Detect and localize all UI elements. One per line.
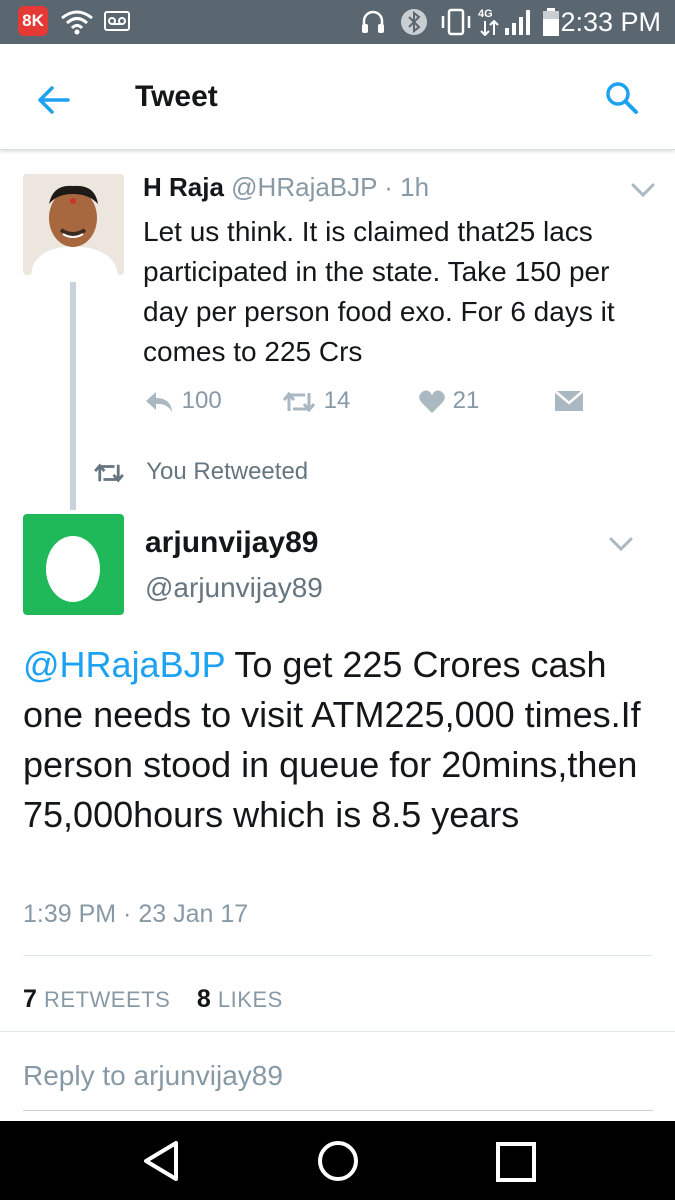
system-navigation-bar bbox=[0, 1121, 675, 1200]
app-header: Tweet bbox=[0, 44, 675, 150]
app-notification-badge: 8K bbox=[18, 6, 48, 36]
likes-stat[interactable]: 8 LIKES bbox=[196, 985, 283, 1013]
retweet-count: 14 bbox=[323, 387, 351, 414]
retweet-context-label: You Retweeted bbox=[146, 458, 309, 485]
avatar[interactable] bbox=[23, 514, 124, 615]
avatar[interactable] bbox=[23, 174, 124, 275]
status-bar: 8K 4G 2:33 PM bbox=[0, 0, 675, 44]
wifi-icon bbox=[61, 10, 93, 35]
likes-count: 8 bbox=[196, 985, 212, 1013]
reply-icon bbox=[146, 391, 172, 412]
likes-label: LIKES bbox=[217, 987, 283, 1012]
author-handle[interactable]: @HRajaBJP bbox=[231, 172, 377, 202]
voicemail-icon bbox=[104, 11, 130, 31]
author-name[interactable]: arjunvijay89 bbox=[145, 526, 318, 560]
reply-count: 100 bbox=[181, 387, 222, 414]
vibrate-icon bbox=[441, 8, 471, 36]
reply-input-underline bbox=[23, 1110, 653, 1111]
back-nav-icon[interactable] bbox=[140, 1139, 180, 1183]
tweet-text: @HRajaBJP To get 225 Crores cash one nee… bbox=[23, 640, 663, 840]
retweet-context: You Retweeted bbox=[92, 458, 308, 486]
recents-nav-icon[interactable] bbox=[494, 1140, 538, 1184]
clock: 2:33 PM bbox=[560, 7, 661, 37]
battery-icon bbox=[543, 8, 559, 36]
network-type-label: 4G bbox=[478, 8, 493, 20]
signal-strength-icon bbox=[505, 10, 530, 35]
mention-link[interactable]: @HRajaBJP bbox=[23, 644, 225, 685]
chevron-down-icon[interactable] bbox=[608, 536, 634, 552]
home-nav-icon[interactable] bbox=[316, 1139, 360, 1183]
tweet-stats: 7 RETWEETS 8 LIKES bbox=[23, 985, 283, 1014]
like-action[interactable]: 21 bbox=[418, 387, 479, 415]
retweet-icon bbox=[282, 391, 316, 412]
direct-message-icon[interactable] bbox=[554, 389, 584, 413]
tweet-text: Let us think. It is claimed that25 lacs … bbox=[143, 216, 615, 367]
heart-icon bbox=[419, 390, 445, 413]
author-name[interactable]: H Raja bbox=[143, 172, 224, 202]
reply-input[interactable]: Reply to arjunvijay89 bbox=[23, 1060, 283, 1092]
search-icon[interactable] bbox=[604, 80, 640, 116]
thread-connector-line bbox=[70, 282, 76, 510]
egg-avatar-icon bbox=[46, 536, 100, 602]
data-transfer-icon bbox=[480, 20, 499, 36]
profile-photo bbox=[23, 174, 124, 275]
retweets-stat[interactable]: 7 RETWEETS bbox=[23, 985, 171, 1013]
back-arrow-icon[interactable] bbox=[34, 80, 74, 120]
headset-icon bbox=[362, 10, 384, 33]
tweet-timestamp: 1:39 PM · 23 Jan 17 bbox=[23, 900, 249, 928]
retweets-label: RETWEETS bbox=[44, 987, 171, 1012]
tweet-age: 1h bbox=[400, 172, 430, 202]
divider bbox=[0, 1031, 675, 1032]
like-count: 21 bbox=[452, 387, 480, 414]
tweet-author-line: H Raja @HRajaBJP · 1h bbox=[143, 172, 429, 203]
bluetooth-icon bbox=[401, 9, 427, 35]
chevron-down-icon[interactable] bbox=[630, 182, 656, 198]
reply-action[interactable]: 100 bbox=[143, 387, 222, 415]
divider bbox=[23, 955, 653, 956]
author-handle[interactable]: @arjunvijay89 bbox=[145, 572, 323, 604]
retweet-icon bbox=[94, 463, 124, 483]
separator-dot: · bbox=[377, 172, 401, 202]
retweets-count: 7 bbox=[23, 985, 38, 1013]
retweet-action[interactable]: 14 bbox=[281, 387, 350, 415]
page-title: Tweet bbox=[135, 80, 218, 113]
